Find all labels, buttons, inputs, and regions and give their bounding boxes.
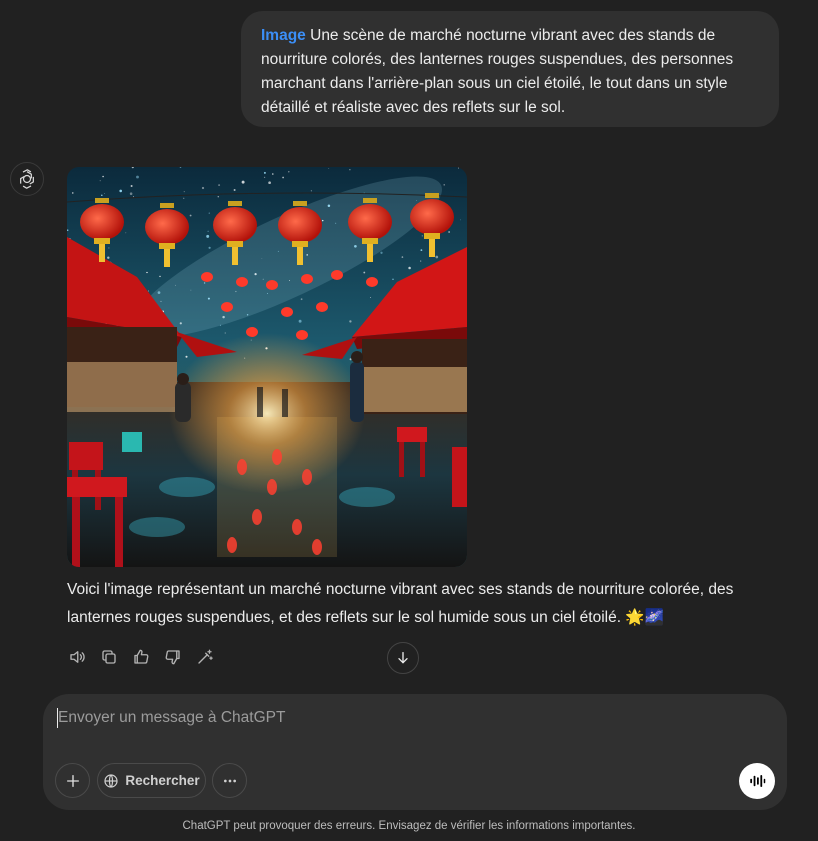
globe-icon — [104, 773, 118, 788]
attach-button[interactable] — [55, 763, 90, 798]
scroll-down-button[interactable] — [387, 642, 419, 674]
voice-mode-icon — [750, 775, 766, 787]
thumbs-up-icon[interactable] — [128, 644, 154, 670]
message-composer: Envoyer un message à ChatGPT Rechercher — [43, 694, 787, 810]
plus-icon — [66, 774, 79, 787]
edit-image-icon[interactable] — [192, 644, 218, 670]
search-button[interactable]: Rechercher — [97, 763, 206, 798]
generated-night-market-image[interactable] — [67, 167, 467, 567]
thumbs-down-icon[interactable] — [160, 644, 186, 670]
user-message-bubble: Image Une scène de marché nocturne vibra… — [241, 11, 779, 127]
user-message-text: Une scène de marché nocturne vibrant ave… — [261, 27, 734, 116]
image-tag: Image — [261, 27, 306, 44]
arrow-down-icon — [398, 652, 408, 664]
speaker-icon[interactable] — [64, 644, 90, 670]
disclaimer-text: ChatGPT peut provoquer des erreurs. Envi… — [182, 820, 636, 832]
chatgpt-logo-icon — [10, 162, 44, 196]
message-input[interactable]: Envoyer un message à ChatGPT — [58, 709, 285, 727]
voice-mode-button[interactable] — [739, 763, 775, 799]
more-options-button[interactable] — [212, 763, 247, 798]
message-actions — [64, 644, 218, 670]
assistant-message-text: Voici l'image représentant un marché noc… — [67, 581, 734, 626]
more-icon — [223, 779, 236, 782]
copy-icon[interactable] — [96, 644, 122, 670]
search-button-label: Rechercher — [125, 773, 200, 788]
